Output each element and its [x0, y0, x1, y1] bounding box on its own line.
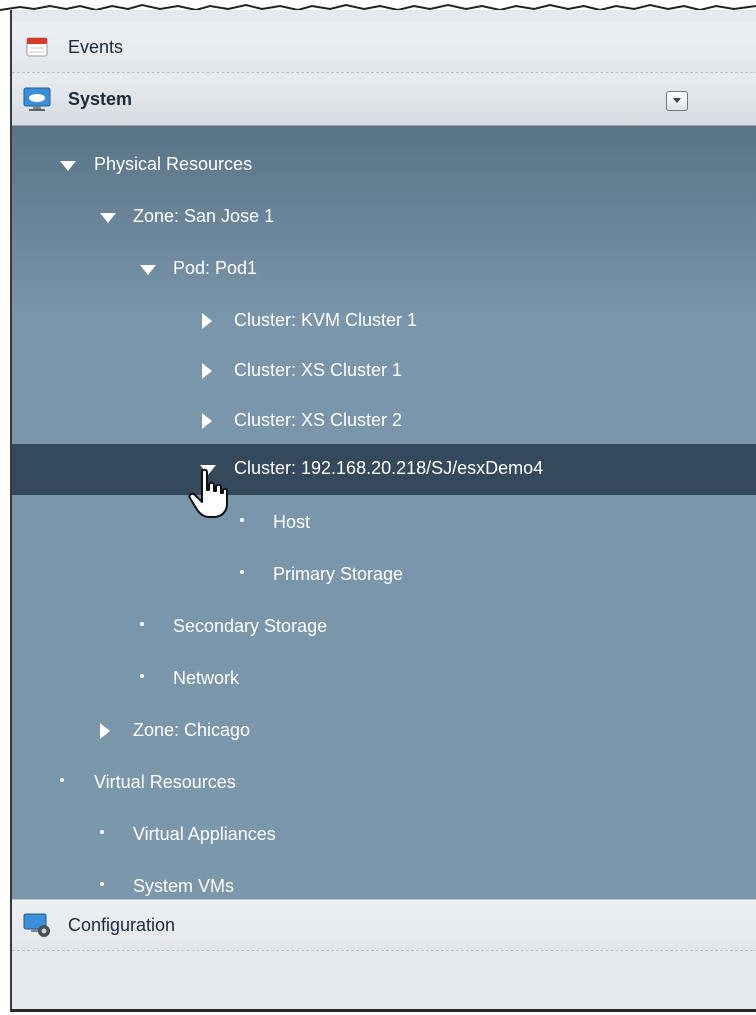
system-label: System [68, 89, 133, 109]
collapse-button[interactable] [666, 91, 688, 111]
tree-item-secondary-storage[interactable]: Secondary Storage [12, 602, 756, 653]
collapsed-arrow-icon[interactable] [202, 413, 212, 429]
resource-tree: Physical Resources Zone: San Jose 1 Pod:… [12, 126, 756, 899]
collapsed-arrow-icon[interactable] [202, 363, 212, 379]
bullet-icon [140, 622, 144, 626]
bullet-icon [100, 830, 104, 834]
tree-item-cluster-xs2[interactable]: Cluster: XS Cluster 2 [12, 396, 756, 447]
monitor-gear-icon [23, 913, 50, 937]
bullet-icon [100, 882, 104, 886]
tree-item-primary-storage[interactable]: Primary Storage [12, 550, 756, 601]
tree-item-host[interactable]: Host [12, 498, 756, 549]
collapsed-arrow-icon[interactable] [100, 723, 110, 739]
configuration-label: Configuration [68, 914, 176, 935]
calendar-icon [26, 37, 48, 57]
tree-item-zone-san-jose[interactable]: Zone: San Jose 1 [12, 192, 756, 243]
navigation-panel: Events System Physical Resources Zone: S… [10, 10, 756, 1012]
tree-item-zone-chicago[interactable]: Zone: Chicago [12, 706, 756, 757]
tree-item-cluster-esx[interactable]: Cluster: 192.168.20.218/SJ/esxDemo4 [12, 444, 756, 495]
tree-item-virtual-appliances[interactable]: Virtual Appliances [12, 810, 756, 861]
expanded-arrow-icon[interactable] [100, 213, 116, 223]
tree-item-cluster-kvm1[interactable]: Cluster: KVM Cluster 1 [12, 296, 756, 347]
expanded-arrow-icon[interactable] [60, 161, 76, 171]
bullet-icon [60, 778, 64, 782]
tree-item-cluster-xs1[interactable]: Cluster: XS Cluster 1 [12, 346, 756, 397]
events-label: Events [68, 36, 124, 57]
bullet-icon [140, 674, 144, 678]
tree-item-physical-resources[interactable]: Physical Resources [12, 140, 756, 191]
nav-configuration[interactable]: Configuration [12, 899, 756, 951]
nav-system[interactable]: System [12, 74, 756, 126]
tree-item-virtual-resources[interactable]: Virtual Resources [12, 758, 756, 809]
tree-item-pod1[interactable]: Pod: Pod1 [12, 244, 756, 295]
nav-events[interactable]: Events [12, 22, 756, 73]
expanded-arrow-icon[interactable] [140, 265, 156, 275]
bullet-icon [240, 518, 244, 522]
collapsed-arrow-icon[interactable] [202, 313, 212, 329]
hand-pointer-icon [188, 468, 228, 518]
bullet-icon [240, 570, 244, 574]
monitor-cloud-icon [23, 87, 51, 111]
tree-item-network[interactable]: Network [12, 654, 756, 705]
